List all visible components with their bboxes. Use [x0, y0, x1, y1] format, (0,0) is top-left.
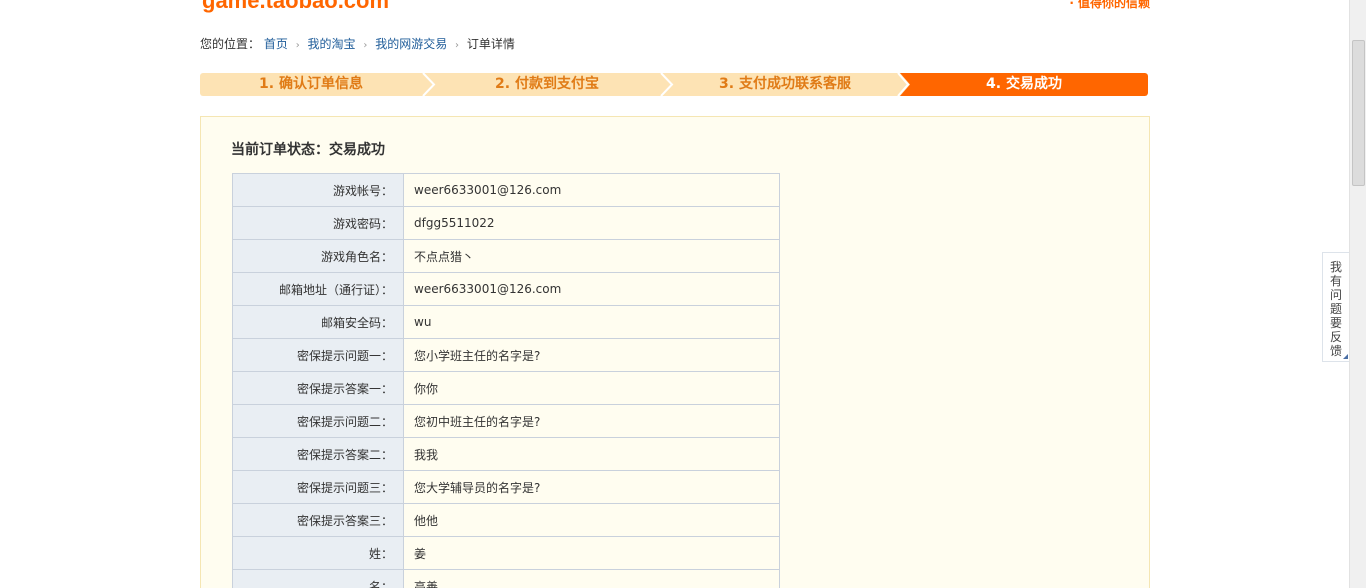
row-label: 密保提示问题三：	[232, 470, 404, 504]
table-row: 密保提示答案一： 你你	[232, 371, 780, 405]
breadcrumb-current: 订单详情	[466, 37, 515, 51]
chevron-right-icon: ›	[363, 40, 368, 51]
breadcrumb-prefix: 您的位置：	[200, 37, 261, 51]
row-value: wu	[403, 305, 780, 339]
table-row: 游戏角色名： 不点点猎丶	[232, 239, 780, 273]
row-label: 密保提示问题一：	[232, 338, 404, 372]
breadcrumb-link-game-trade[interactable]: 我的网游交易	[375, 37, 447, 51]
table-row: 邮箱安全码： wu	[232, 305, 780, 339]
step-arrow-icon	[896, 73, 910, 96]
row-label: 邮箱地址（通行证）：	[232, 272, 404, 306]
order-detail-panel: 当前订单状态：交易成功 游戏帐号： weer6633001@126.com 游戏密码…	[200, 116, 1150, 588]
chevron-right-icon: ›	[295, 40, 300, 51]
table-row: 密保提示答案二： 我我	[232, 437, 780, 471]
row-value: weer6633001@126.com	[403, 272, 780, 306]
breadcrumb: 您的位置： 首页 › 我的淘宝 › 我的网游交易 › 订单详情	[200, 36, 515, 54]
bullet-icon: ·	[1069, 0, 1074, 10]
table-row: 游戏帐号： weer6633001@126.com	[232, 173, 780, 207]
row-label: 密保提示问题二：	[232, 404, 404, 438]
chevron-right-icon: ›	[455, 40, 460, 51]
order-progress-steps: 1. 确认订单信息 2. 付款到支付宝 3. 支付成功联系客服 4. 交易成功	[200, 73, 1148, 96]
row-label: 密保提示答案二：	[232, 437, 404, 471]
table-row: 密保提示问题二： 您初中班主任的名字是?	[232, 404, 780, 438]
slogan-text: 值得你的信赖	[1077, 0, 1150, 10]
row-label: 密保提示答案一：	[232, 371, 404, 405]
step-pay-alipay: 2. 付款到支付宝	[495, 76, 599, 92]
row-value: 他他	[403, 503, 780, 537]
row-value: weer6633001@126.com	[403, 173, 780, 207]
row-label: 名：	[232, 569, 404, 588]
row-label: 游戏角色名：	[232, 239, 404, 273]
row-value: 高善	[403, 569, 780, 588]
table-row: 密保提示答案三： 他他	[232, 503, 780, 537]
page: game.taobao.com · 值得你的信赖 您的位置： 首页 › 我的淘宝 …	[0, 0, 1366, 588]
site-logo[interactable]: game.taobao.com	[202, 0, 389, 12]
row-value: 我我	[403, 437, 780, 471]
step-contact-support: 3. 支付成功联系客服	[719, 76, 851, 92]
scrollbar-thumb[interactable]	[1352, 40, 1365, 186]
order-status: 当前订单状态：交易成功	[231, 142, 385, 158]
row-value: 您大学辅导员的名字是?	[403, 470, 780, 504]
step-arrow-icon	[660, 73, 674, 96]
breadcrumb-link-my-taobao[interactable]: 我的淘宝	[308, 37, 356, 51]
table-row: 名： 高善	[232, 569, 780, 588]
row-label: 邮箱安全码：	[232, 305, 404, 339]
row-label: 游戏帐号：	[232, 173, 404, 207]
corner-triangle-icon	[1343, 354, 1348, 359]
row-label: 游戏密码：	[232, 206, 404, 240]
table-row: 邮箱地址（通行证）： weer6633001@126.com	[232, 272, 780, 306]
step-arrow-icon	[422, 73, 436, 96]
breadcrumb-link-home[interactable]: 首页	[264, 37, 288, 51]
feedback-label: 我有问题要反馈	[1330, 260, 1343, 358]
account-info-table: 游戏帐号： weer6633001@126.com 游戏密码： dfgg5511022…	[232, 173, 780, 588]
row-label: 密保提示答案三：	[232, 503, 404, 537]
row-value: 姜	[403, 536, 780, 570]
step-trade-success: 4. 交易成功	[900, 73, 1148, 96]
feedback-tab[interactable]: 我有问题要反馈	[1322, 252, 1350, 362]
vertical-scrollbar[interactable]	[1349, 0, 1366, 588]
table-row: 游戏密码： dfgg5511022	[232, 206, 780, 240]
step-confirm-order: 1. 确认订单信息	[259, 76, 363, 92]
table-row: 密保提示问题三： 您大学辅导员的名字是?	[232, 470, 780, 504]
table-row: 姓：姜	[232, 536, 780, 570]
row-value: dfgg5511022	[403, 206, 780, 240]
table-row: 密保提示问题一： 您小学班主任的名字是?	[232, 338, 780, 372]
row-value: 不点点猎丶	[403, 239, 780, 273]
row-value: 您初中班主任的名字是?	[403, 404, 780, 438]
row-value: 你你	[403, 371, 780, 405]
row-label: 姓：	[232, 536, 404, 570]
site-slogan: · 值得你的信赖	[1069, 0, 1150, 11]
row-value: 您小学班主任的名字是?	[403, 338, 780, 372]
